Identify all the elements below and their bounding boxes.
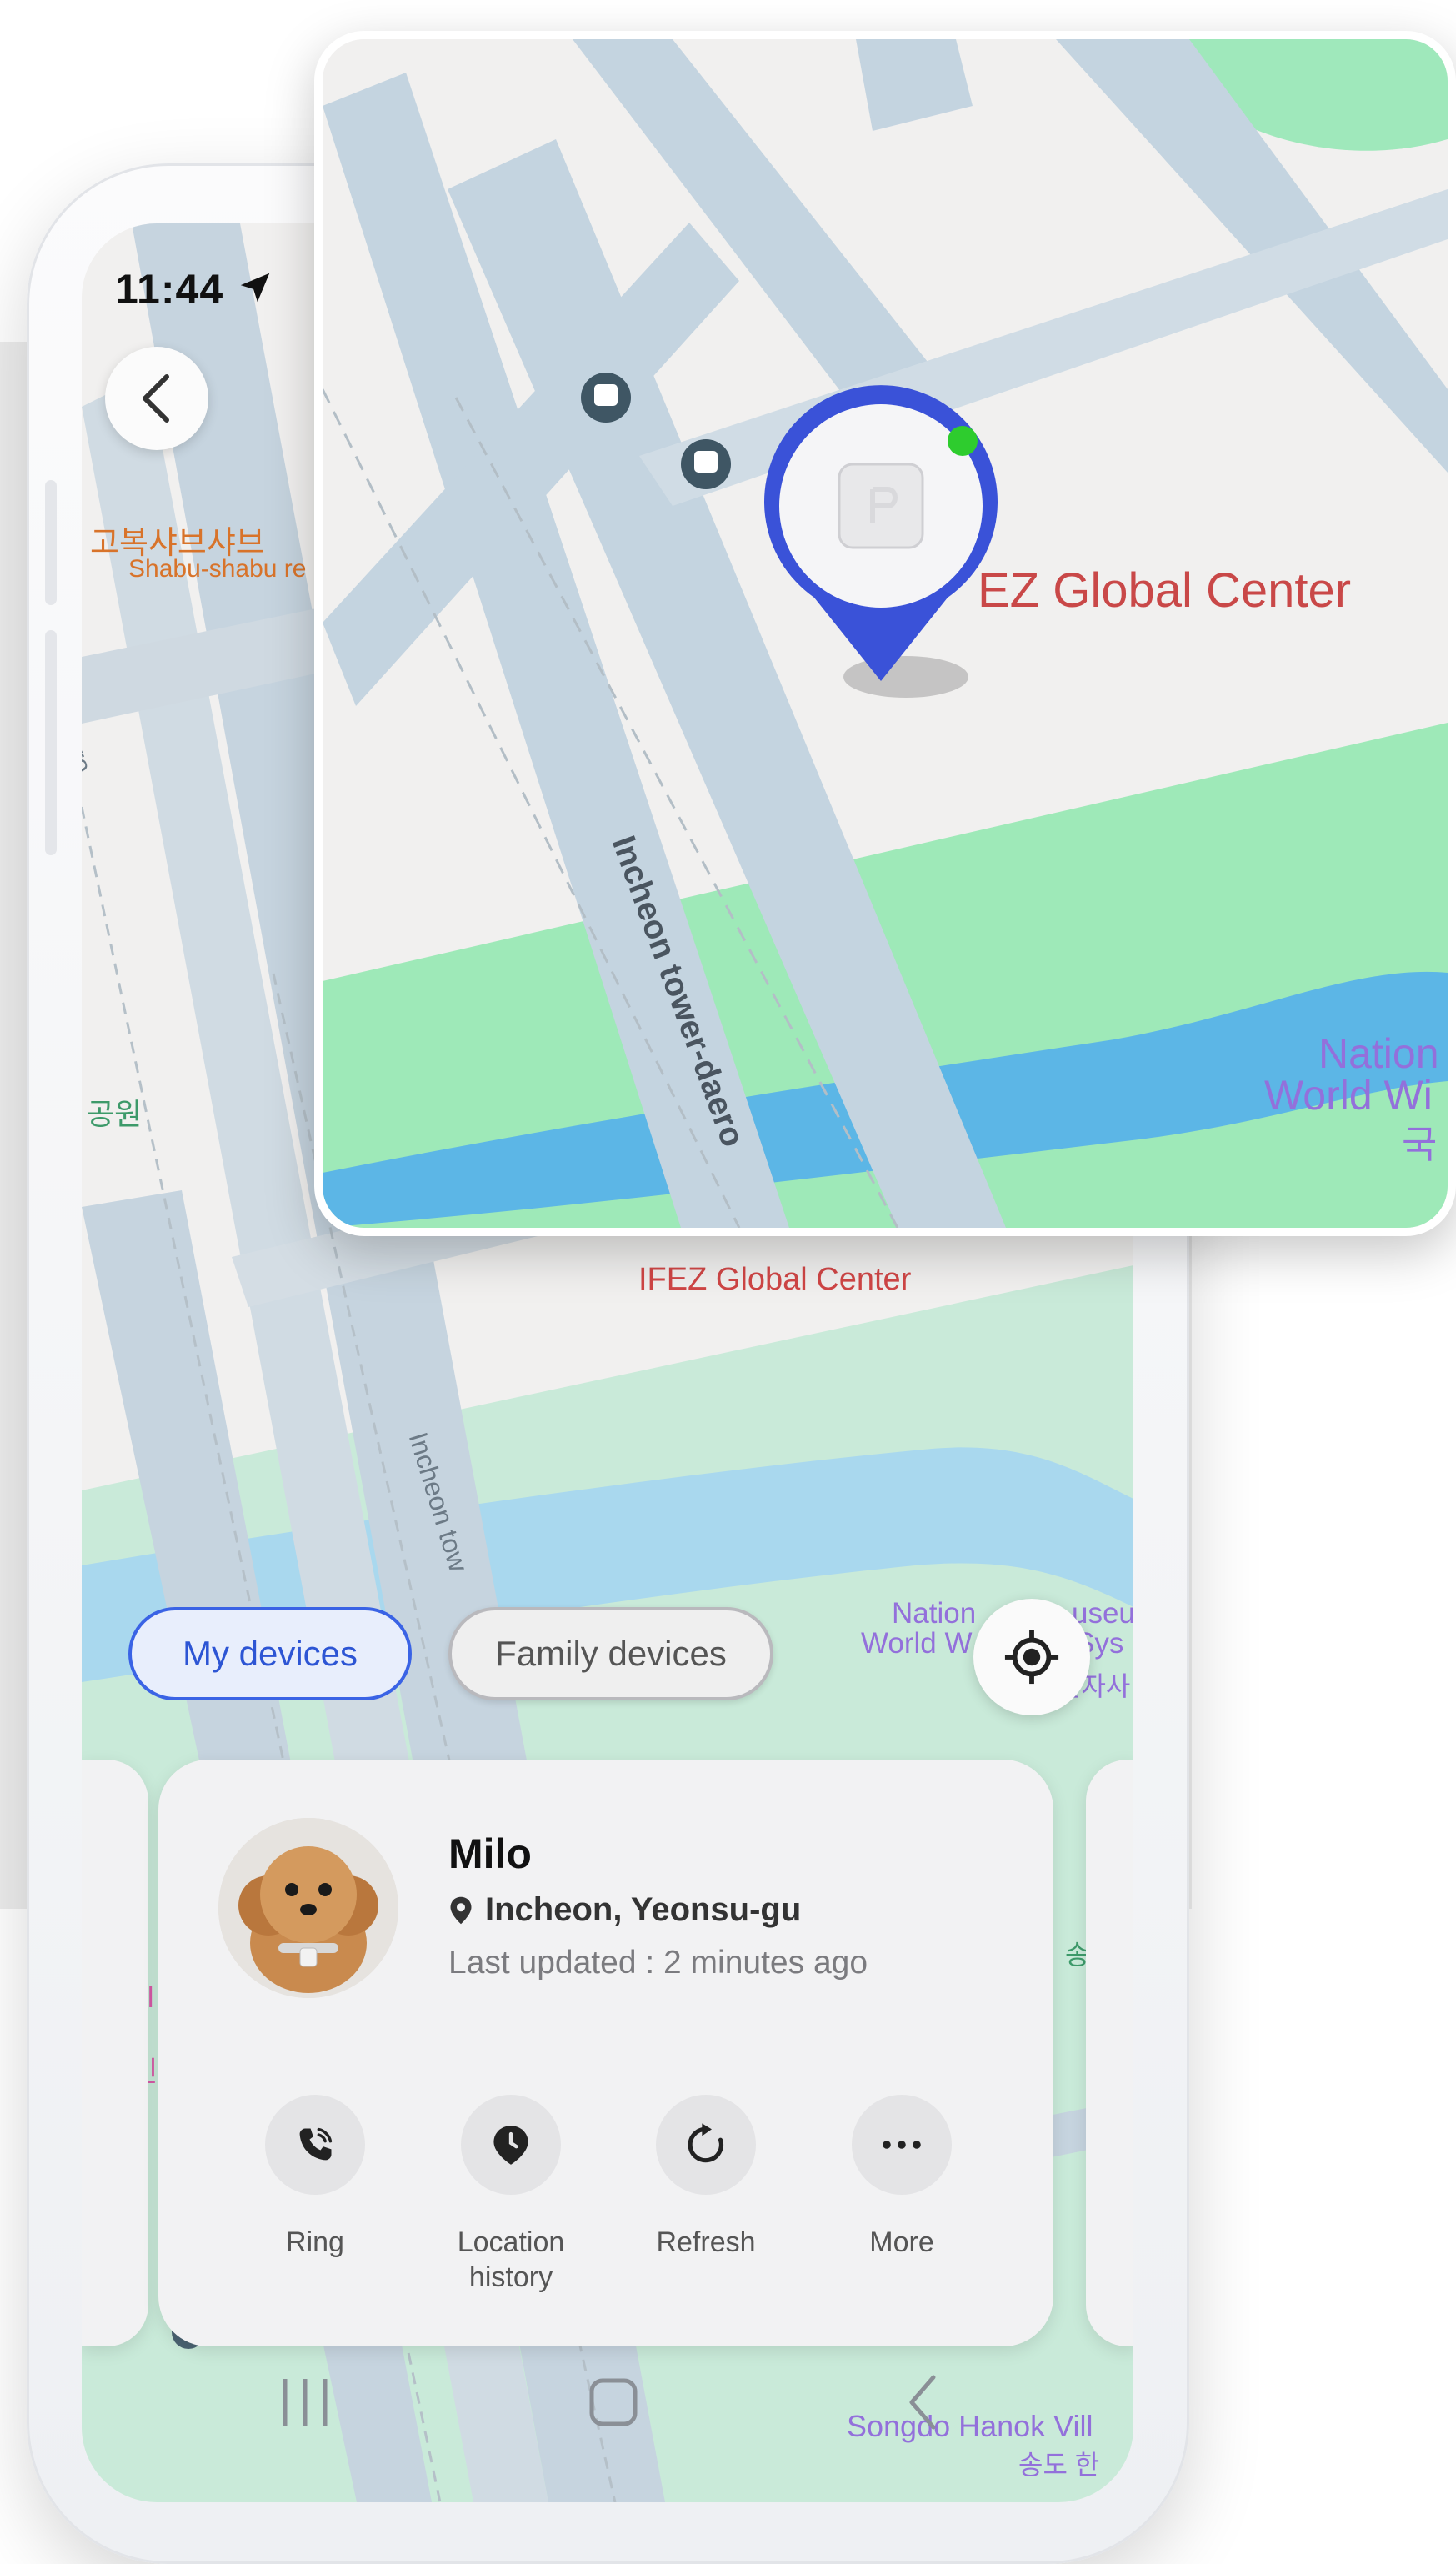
location-history-label-2: history [468,2261,553,2293]
dog-photo [218,1818,398,1998]
home-icon[interactable] [589,2378,638,2426]
device-name: Milo [448,1830,532,1877]
next-device-card[interactable] [1086,1760,1133,2346]
device-card[interactable]: Milo Incheon, Yeonsu-gu Last updated : 2… [158,1760,1053,2346]
map-label-building: IFEZ Global Center [638,1262,912,1297]
map-zoom-inset: EZ Global Center Incheon tower-daero Nat… [314,31,1456,1236]
refresh-circle[interactable] [656,2095,756,2195]
my-location-button[interactable] [973,1599,1090,1715]
map-label-restaurant-en: Shabu-shabu re [128,555,307,583]
location-pin-icon [450,1896,472,1924]
last-updated: Last updated : 2 minutes ago [448,1945,868,1981]
previous-device-card[interactable] [82,1760,148,2346]
crosshair-icon [1004,1630,1059,1685]
chevron-left-icon [143,374,169,423]
ring-circle[interactable] [265,2095,365,2195]
location-history-circle[interactable] [461,2095,561,2195]
location-history-label-1: Location [457,2226,565,2258]
zoomed-map [323,39,1448,1228]
phone-ring-icon [299,2127,333,2161]
ring-button[interactable]: Ring [228,2095,403,2260]
bus-stop-icon-2 [681,439,731,489]
more-button[interactable]: More [814,2095,989,2260]
ring-label: Ring [286,2226,344,2258]
location-history-label: Location history [423,2225,598,2295]
location-history-icon [493,2126,528,2165]
location-arrow-icon [240,273,270,303]
tab-my-devices[interactable]: My devices [128,1607,412,1700]
location-history-button[interactable]: Location history [423,2095,598,2295]
map-label-village-ko: 송도 한 [1018,2450,1100,2480]
refresh-icon [688,2123,723,2163]
more-dots-icon [883,2141,921,2149]
back-button[interactable] [105,347,208,450]
recent-apps-icon[interactable] [283,2379,328,2426]
device-location: Incheon, Yeonsu-gu [485,1891,802,1928]
bus-stop-icon [581,373,631,423]
online-status-dot [948,426,978,456]
avatar [218,1818,398,1998]
side-button [45,630,57,855]
refresh-button[interactable]: Refresh [618,2095,793,2260]
volume-button [45,480,57,605]
inset-label-museum-3: 국 [1402,1123,1438,1166]
refresh-label: Refresh [656,2226,756,2258]
android-nav-bar [283,2375,936,2430]
more-label: More [869,2226,934,2258]
back-nav-icon[interactable] [909,2375,936,2430]
inset-label-building: EZ Global Center [978,563,1352,618]
more-circle[interactable] [852,2095,952,2195]
map-label-museum-2: World W [861,1627,973,1660]
status-time: 11:44 [115,266,224,313]
location-row: Incheon, Yeonsu-gu [448,1891,801,1929]
tab-family-devices[interactable]: Family devices [448,1607,773,1700]
inset-label-museum-2: World Wi [1264,1072,1433,1119]
map-label-museum-1: Nation [892,1597,977,1630]
map-label-park: 공원 [87,1097,143,1131]
